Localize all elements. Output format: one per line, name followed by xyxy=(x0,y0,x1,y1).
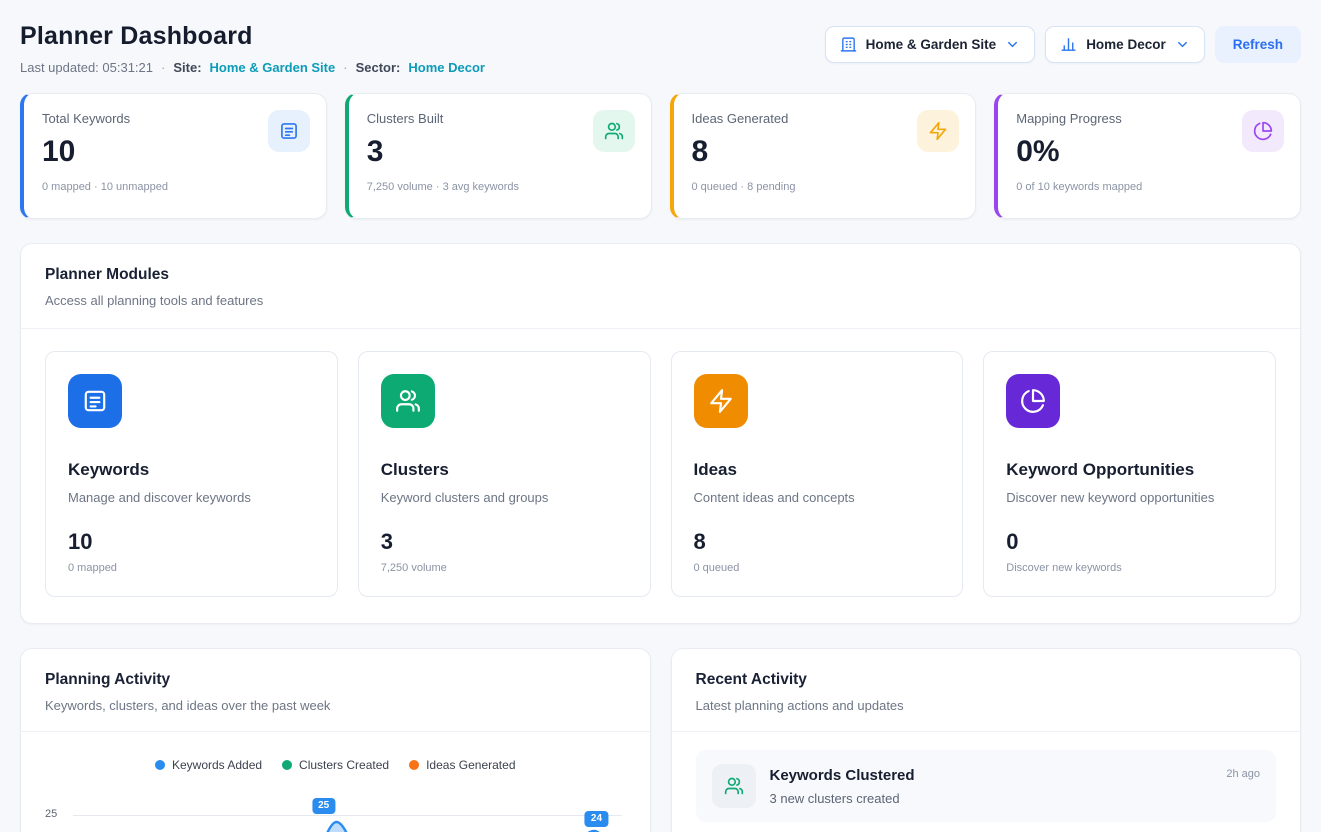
module-caption: 7,250 volume xyxy=(381,562,628,574)
modules-subtitle: Access all planning tools and features xyxy=(45,293,1276,308)
chevron-down-icon xyxy=(1175,37,1190,52)
meta-separator: · xyxy=(161,60,165,75)
stat-caption: 0 queued · 8 pending xyxy=(692,181,958,193)
modules-header: Planner Modules Access all planning tool… xyxy=(21,244,1300,329)
module-card-keywords[interactable]: Keywords Manage and discover keywords 10… xyxy=(45,351,338,597)
module-caption: 0 queued xyxy=(694,562,941,574)
recent-activity-header: Recent Activity Latest planning actions … xyxy=(672,649,1301,732)
y-axis-tick-label: 25 xyxy=(45,808,57,820)
sector-selector-dropdown[interactable]: Home Decor xyxy=(1045,26,1205,63)
refresh-button[interactable]: Refresh xyxy=(1215,26,1301,63)
recent-activity-title: Recent Activity xyxy=(696,671,1277,689)
data-point-label-25: 25 xyxy=(312,798,335,814)
users-icon xyxy=(593,110,635,152)
building-icon xyxy=(840,36,857,53)
stat-caption: 0 mapped · 10 unmapped xyxy=(42,181,308,193)
legend-dot-green xyxy=(282,760,292,770)
module-card-clusters[interactable]: Clusters Keyword clusters and groups 3 7… xyxy=(358,351,651,597)
activity-content: Keywords Clustered 3 new clusters create… xyxy=(770,764,1213,806)
recent-activity-subtitle: Latest planning actions and updates xyxy=(696,698,1277,713)
title-block: Planner Dashboard Last updated: 05:31:21… xyxy=(20,22,485,75)
activity-title: Keywords Clustered xyxy=(770,767,1213,784)
activity-chart[interactable]: 25 25 24 xyxy=(45,792,626,832)
module-title: Keyword Opportunities xyxy=(1006,460,1253,480)
legend-item-keywords-added[interactable]: Keywords Added xyxy=(155,758,262,772)
module-card-ideas[interactable]: Ideas Content ideas and concepts 8 0 que… xyxy=(671,351,964,597)
sector-selector-label: Home Decor xyxy=(1086,37,1166,52)
header-actions: Home & Garden Site Home Decor Refresh xyxy=(825,26,1301,63)
module-caption: 0 mapped xyxy=(68,562,315,574)
pie-chart-icon xyxy=(1006,374,1060,428)
chart-legend: Keywords Added Clusters Created Ideas Ge… xyxy=(45,758,626,772)
site-selector-dropdown[interactable]: Home & Garden Site xyxy=(825,26,1036,63)
planner-dashboard-page: Planner Dashboard Last updated: 05:31:21… xyxy=(0,0,1321,832)
planning-activity-panel: Planning Activity Keywords, clusters, an… xyxy=(20,648,651,832)
data-point-label-24: 24 xyxy=(585,811,608,827)
module-value: 8 xyxy=(694,529,941,555)
module-value: 3 xyxy=(381,529,628,555)
module-description: Discover new keyword opportunities xyxy=(1006,490,1253,505)
planning-activity-body: Keywords Added Clusters Created Ideas Ge… xyxy=(21,732,650,832)
stat-caption: 7,250 volume · 3 avg keywords xyxy=(367,181,633,193)
legend-label: Clusters Created xyxy=(299,758,389,772)
legend-item-ideas-generated[interactable]: Ideas Generated xyxy=(409,758,515,772)
chevron-down-icon xyxy=(1005,37,1020,52)
users-icon xyxy=(381,374,435,428)
stat-cards-row: Total Keywords 10 0 mapped · 10 unmapped… xyxy=(0,89,1321,219)
module-card-keyword-opportunities[interactable]: Keyword Opportunities Discover new keywo… xyxy=(983,351,1276,597)
module-value: 10 xyxy=(68,529,315,555)
bottom-panels: Planning Activity Keywords, clusters, an… xyxy=(20,648,1301,832)
module-description: Content ideas and concepts xyxy=(694,490,941,505)
pie-chart-icon xyxy=(1242,110,1284,152)
legend-dot-orange xyxy=(409,760,419,770)
planning-activity-title: Planning Activity xyxy=(45,671,626,689)
module-description: Keyword clusters and groups xyxy=(381,490,628,505)
module-value: 0 xyxy=(1006,529,1253,555)
meta-separator-2: · xyxy=(343,60,347,75)
recent-activity-panel: Recent Activity Latest planning actions … xyxy=(671,648,1302,832)
activity-list-item[interactable]: Keywords Clustered 3 new clusters create… xyxy=(696,750,1277,822)
sector-label: Sector: xyxy=(356,60,401,75)
site-selector-label: Home & Garden Site xyxy=(866,37,997,52)
users-icon xyxy=(712,764,756,808)
document-icon xyxy=(268,110,310,152)
planner-modules-section: Planner Modules Access all planning tool… xyxy=(20,243,1301,624)
area-chart-svg xyxy=(73,792,622,832)
stat-card-mapping-progress[interactable]: Mapping Progress 0% 0 of 10 keywords map… xyxy=(994,93,1301,219)
module-title: Clusters xyxy=(381,460,628,480)
document-icon xyxy=(68,374,122,428)
site-link[interactable]: Home & Garden Site xyxy=(210,60,336,75)
module-title: Ideas xyxy=(694,460,941,480)
site-label: Site: xyxy=(173,60,201,75)
modules-title: Planner Modules xyxy=(45,266,1276,284)
module-caption: Discover new keywords xyxy=(1006,562,1253,574)
topbar: Planner Dashboard Last updated: 05:31:21… xyxy=(0,0,1321,89)
bar-chart-icon xyxy=(1060,36,1077,53)
module-title: Keywords xyxy=(68,460,315,480)
stat-caption: 0 of 10 keywords mapped xyxy=(1016,181,1282,193)
module-description: Manage and discover keywords xyxy=(68,490,315,505)
stat-card-clusters-built[interactable]: Clusters Built 3 7,250 volume · 3 avg ke… xyxy=(345,93,652,219)
legend-dot-blue xyxy=(155,760,165,770)
recent-activity-body: Keywords Clustered 3 new clusters create… xyxy=(672,732,1301,832)
activity-description: 3 new clusters created xyxy=(770,791,1213,806)
last-updated-text: Last updated: 05:31:21 xyxy=(20,60,153,75)
legend-label: Ideas Generated xyxy=(426,758,515,772)
lightning-icon xyxy=(694,374,748,428)
modules-grid: Keywords Manage and discover keywords 10… xyxy=(21,329,1300,623)
activity-timestamp: 2h ago xyxy=(1226,768,1260,780)
sector-link[interactable]: Home Decor xyxy=(408,60,485,75)
meta-row: Last updated: 05:31:21 · Site: Home & Ga… xyxy=(20,60,485,75)
stat-card-ideas-generated[interactable]: Ideas Generated 8 0 queued · 8 pending xyxy=(670,93,977,219)
legend-label: Keywords Added xyxy=(172,758,262,772)
planning-activity-header: Planning Activity Keywords, clusters, an… xyxy=(21,649,650,732)
planning-activity-subtitle: Keywords, clusters, and ideas over the p… xyxy=(45,698,626,713)
page-title: Planner Dashboard xyxy=(20,22,485,51)
lightning-icon xyxy=(917,110,959,152)
legend-item-clusters-created[interactable]: Clusters Created xyxy=(282,758,389,772)
stat-card-total-keywords[interactable]: Total Keywords 10 0 mapped · 10 unmapped xyxy=(20,93,327,219)
